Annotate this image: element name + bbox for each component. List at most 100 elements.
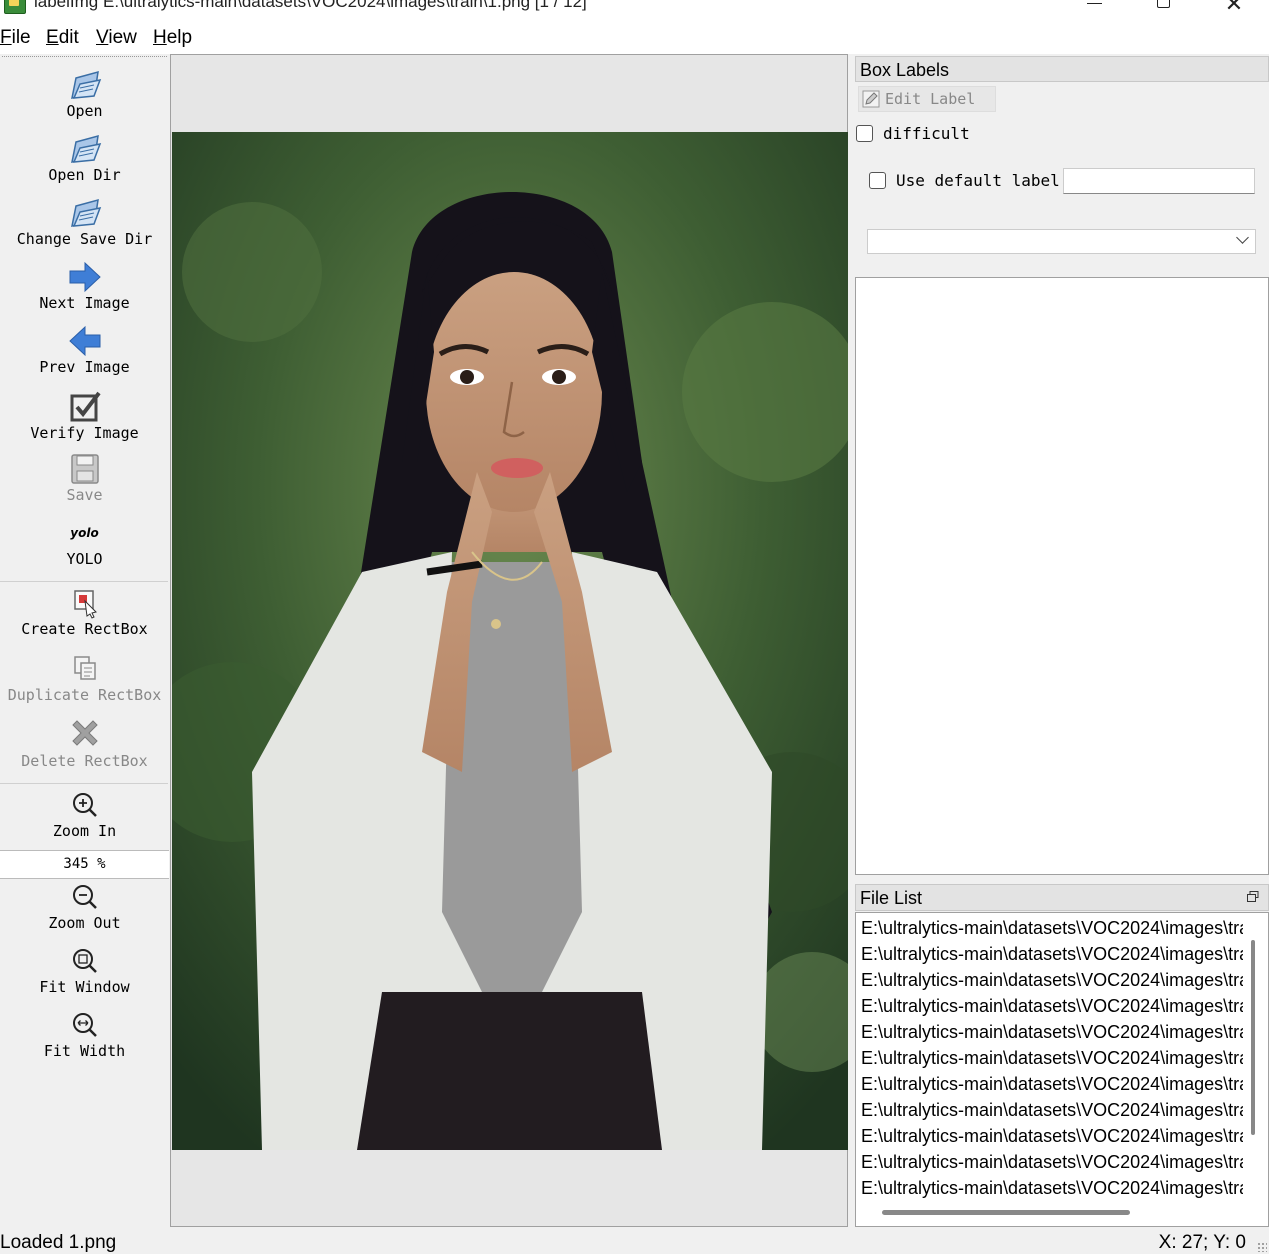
minimize-button[interactable] xyxy=(1071,0,1117,22)
duplicate-rectbox-button[interactable]: Duplicate RectBox xyxy=(0,652,169,704)
change-save-dir-label: Change Save Dir xyxy=(16,230,153,248)
menu-help-mnemonic: H xyxy=(153,27,167,48)
use-default-label-text: Use default label xyxy=(896,171,1060,190)
arrow-right-icon xyxy=(69,261,101,293)
image-canvas[interactable] xyxy=(170,54,848,1227)
float-dock-icon[interactable] xyxy=(1247,891,1259,902)
file-list-item[interactable]: E:\ultralytics-main\datasets\VOC2024\ima… xyxy=(861,1097,1243,1123)
file-list-vertical-scrollbar[interactable] xyxy=(1251,940,1255,1135)
file-list-item[interactable]: E:\ultralytics-main\datasets\VOC2024\ima… xyxy=(861,1175,1243,1201)
fit-width-icon xyxy=(72,1013,97,1037)
menu-bar: File Edit View Help xyxy=(0,22,1269,54)
status-bar: Loaded 1.png X: 27; Y: 0 xyxy=(0,1228,1269,1254)
menu-file-mnemonic: F xyxy=(0,27,12,48)
zoom-out-button[interactable]: Zoom Out xyxy=(0,880,169,932)
file-list-item[interactable]: E:\ultralytics-main\datasets\VOC2024\ima… xyxy=(861,993,1243,1019)
difficult-checkbox[interactable] xyxy=(856,125,873,142)
open-button[interactable]: Open xyxy=(0,68,169,120)
menu-edit-label: dit xyxy=(58,27,79,48)
yolo-icon: yolo xyxy=(0,518,169,550)
fit-window-label: Fit Window xyxy=(39,978,130,996)
create-rectbox-icon xyxy=(73,590,97,619)
open-dir-button[interactable]: Open Dir xyxy=(0,132,169,184)
zoom-in-icon xyxy=(72,793,97,817)
edit-label-button[interactable]: Edit Label xyxy=(858,86,996,112)
save-label: Save xyxy=(66,486,103,504)
photo-portrait xyxy=(172,132,848,1150)
close-button[interactable]: ✕ xyxy=(1211,0,1257,22)
folder-open-icon xyxy=(70,70,101,100)
duplicate-icon xyxy=(73,656,96,680)
edit-label-text: Edit Label xyxy=(885,90,976,108)
file-list-item[interactable]: E:\ultralytics-main\datasets\VOC2024\ima… xyxy=(861,915,1243,941)
file-list-item[interactable]: E:\ultralytics-main\datasets\VOC2024\ima… xyxy=(861,1071,1243,1097)
fit-window-button[interactable]: Fit Window xyxy=(0,944,169,996)
menu-view[interactable]: View xyxy=(96,27,137,49)
chevron-down-icon xyxy=(1236,231,1249,244)
file-list-item[interactable]: E:\ultralytics-main\datasets\VOC2024\ima… xyxy=(861,941,1243,967)
yolo-icon-text: yolo xyxy=(70,526,99,540)
menu-file-label: ile xyxy=(11,27,31,48)
open-label: Open xyxy=(66,102,103,120)
edit-pencil-icon xyxy=(862,90,880,108)
create-rectbox-button[interactable]: Create RectBox xyxy=(0,586,169,638)
delete-rectbox-label: Delete RectBox xyxy=(21,752,148,770)
maximize-button[interactable] xyxy=(1140,0,1186,22)
file-list-item[interactable]: E:\ultralytics-main\datasets\VOC2024\ima… xyxy=(861,1123,1243,1149)
prev-image-label: Prev Image xyxy=(39,358,130,376)
format-yolo-button[interactable]: yolo YOLO xyxy=(0,518,169,568)
fit-window-icon xyxy=(72,949,97,973)
toolbar-separator xyxy=(0,783,168,784)
menu-view-label: iew xyxy=(108,27,137,48)
open-dir-label: Open Dir xyxy=(48,166,121,184)
next-image-button[interactable]: Next Image xyxy=(0,260,169,312)
menu-help[interactable]: Help xyxy=(153,27,192,49)
fit-width-label: Fit Width xyxy=(43,1042,126,1060)
zoom-out-label: Zoom Out xyxy=(48,914,121,932)
toolbar-separator xyxy=(0,581,168,582)
duplicate-rectbox-label: Duplicate RectBox xyxy=(7,686,162,704)
format-label: YOLO xyxy=(66,550,103,568)
menu-file[interactable]: File xyxy=(0,27,31,49)
default-label-input[interactable] xyxy=(1063,168,1255,194)
status-message: Loaded 1.png xyxy=(0,1232,117,1253)
zoom-spinbox[interactable]: 345 % xyxy=(0,850,169,879)
folder-open-icon xyxy=(70,134,101,164)
file-list-item[interactable]: E:\ultralytics-main\datasets\VOC2024\ima… xyxy=(861,1149,1243,1175)
fit-width-button[interactable]: Fit Width xyxy=(0,1008,169,1060)
label-list[interactable] xyxy=(855,277,1269,875)
arrow-left-icon xyxy=(68,325,100,357)
zoom-in-label: Zoom In xyxy=(52,822,117,840)
file-list-title: File List xyxy=(860,888,923,908)
next-image-label: Next Image xyxy=(39,294,130,312)
file-list-item[interactable]: E:\ultralytics-main\datasets\VOC2024\ima… xyxy=(861,967,1243,993)
app-icon xyxy=(4,0,26,14)
checkbox-check-icon xyxy=(70,391,101,422)
title-bar: labelImg E:\ultralytics-main\datasets\VO… xyxy=(0,0,1269,22)
toolbar-grip xyxy=(2,56,167,57)
verify-image-label: Verify Image xyxy=(30,424,139,442)
verify-image-button[interactable]: Verify Image xyxy=(0,390,169,442)
difficult-label: difficult xyxy=(883,124,970,143)
menu-edit[interactable]: Edit xyxy=(46,27,79,49)
create-rectbox-label: Create RectBox xyxy=(21,620,148,638)
file-list-item[interactable]: E:\ultralytics-main\datasets\VOC2024\ima… xyxy=(861,1019,1243,1045)
window-title: labelImg E:\ultralytics-main\datasets\VO… xyxy=(34,0,587,11)
change-save-dir-button[interactable]: Change Save Dir xyxy=(0,196,169,248)
menu-view-mnemonic: V xyxy=(96,27,109,48)
use-default-label-checkbox[interactable] xyxy=(869,172,886,189)
floppy-disk-icon xyxy=(70,454,99,484)
resize-grip[interactable] xyxy=(1257,1242,1267,1252)
label-combo-box[interactable] xyxy=(867,229,1256,254)
file-list-item[interactable]: E:\ultralytics-main\datasets\VOC2024\ima… xyxy=(861,1045,1243,1071)
zoom-in-button[interactable]: Zoom In xyxy=(0,788,169,840)
delete-rectbox-button[interactable]: Delete RectBox xyxy=(0,718,169,770)
tool-bar: Open Open Dir Change Save Dir Next Image… xyxy=(0,54,169,1227)
save-button[interactable]: Save xyxy=(0,452,169,504)
file-list[interactable]: E:\ultralytics-main\datasets\VOC2024\ima… xyxy=(855,912,1269,1227)
cursor-coordinates: X: 27; Y: 0 xyxy=(1158,1232,1246,1253)
file-list-horizontal-scrollbar[interactable] xyxy=(882,1210,1130,1215)
prev-image-button[interactable]: Prev Image xyxy=(0,324,169,376)
folder-open-icon xyxy=(70,198,101,228)
loaded-image[interactable] xyxy=(172,132,848,1150)
